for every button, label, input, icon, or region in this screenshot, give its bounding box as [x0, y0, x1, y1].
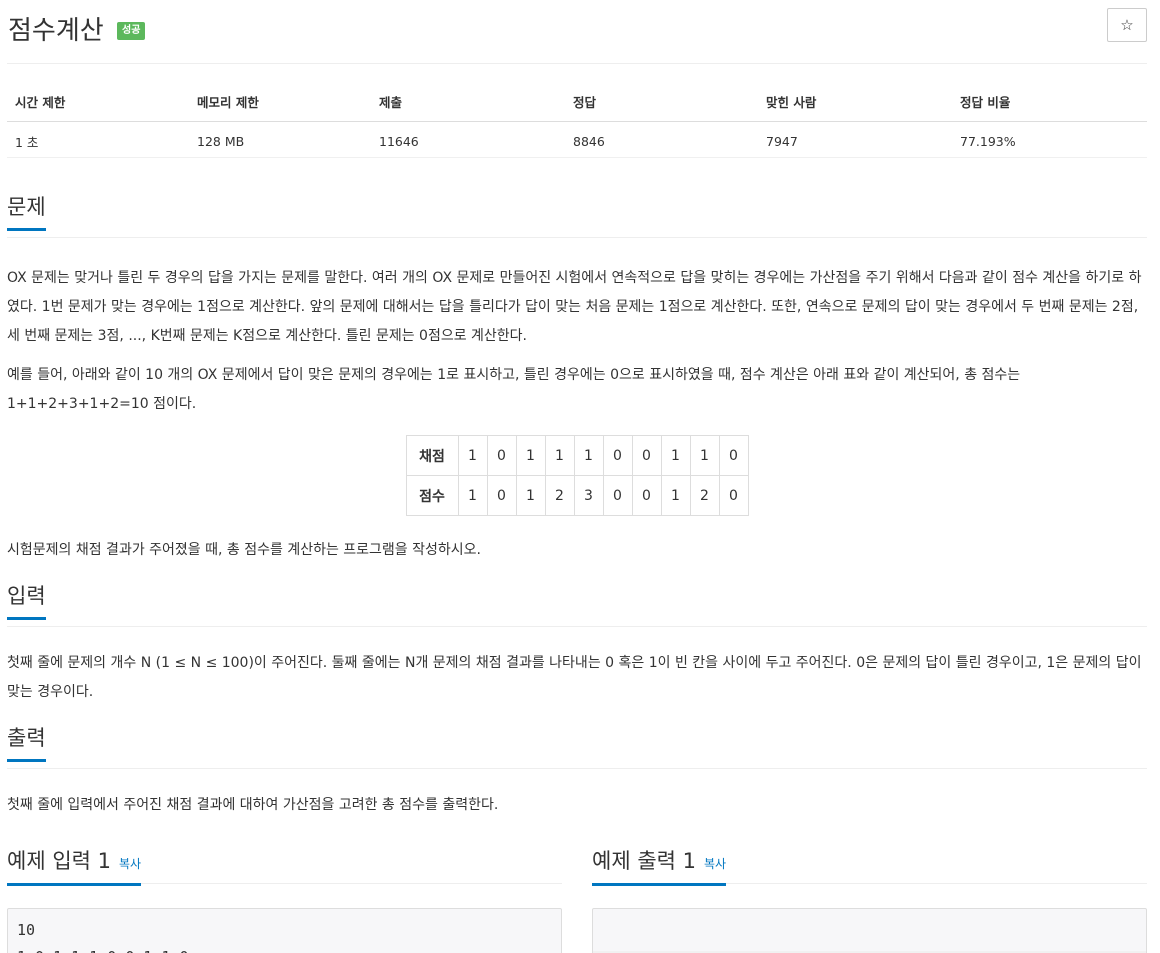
problem-info-table: 시간 제한 메모리 제한 제출 정답 맞힌 사람 정답 비율 1 초 128 M… [7, 86, 1147, 158]
grading-cell: 1 [660, 435, 691, 476]
sample-io: 예제 입력 1 복사 10 1 0 1 1 1 0 0 1 1 0 예제 출력 1… [7, 848, 1147, 953]
score-cell: 0 [602, 475, 633, 516]
sample-output-header: 예제 출력 1 복사 [592, 848, 1147, 886]
score-cell: 1 [515, 475, 546, 516]
score-example-table: 채점 1 0 1 1 1 0 0 1 1 0 점수 1 0 1 2 3 0 0 … [405, 435, 749, 516]
copy-output-link[interactable]: 복사 [704, 857, 726, 871]
info-row: 1 초 128 MB 11646 8846 7947 77.193% [7, 121, 1147, 158]
score-cell: 3 [573, 475, 604, 516]
output-section-title: 출력 [7, 725, 46, 762]
grading-cell: 0 [602, 435, 633, 476]
value-memory-limit: 128 MB [189, 121, 371, 158]
header-accepted: 정답 [565, 86, 758, 122]
copy-input-link[interactable]: 복사 [119, 857, 141, 871]
output-section-header: 출력 [7, 723, 1147, 769]
output-description: 첫째 줄에 입력에서 주어진 채점 결과에 대하여 가산점을 고려한 총 점수를… [7, 797, 499, 813]
grading-cell: 0 [631, 435, 662, 476]
header-memory-limit: 메모리 제한 [189, 86, 371, 122]
sample-input-block: 예제 입력 1 복사 10 1 0 1 1 1 0 0 1 1 0 [7, 848, 562, 953]
header-time-limit: 시간 제한 [7, 86, 189, 122]
value-solved-users: 7947 [758, 121, 952, 158]
grading-cell: 1 [457, 435, 488, 476]
status-badge: 성공 [117, 22, 146, 40]
grading-cell: 1 [515, 435, 546, 476]
score-row: 점수 1 0 1 2 3 0 0 1 2 0 [405, 475, 749, 516]
header-ratio: 정답 비율 [952, 86, 1147, 122]
sample-output-code[interactable]: 10 ◀ ▶ [592, 908, 1147, 953]
star-button[interactable]: ☆ [1107, 8, 1147, 42]
value-accepted: 8846 [565, 121, 758, 158]
sample-input-title: 예제 입력 1 복사 [7, 848, 142, 886]
star-icon: ☆ [1120, 16, 1134, 34]
score-cell: 2 [689, 475, 720, 516]
score-row-label: 점수 [405, 475, 459, 516]
score-cell: 2 [544, 475, 575, 516]
sample-input-label: 예제 입력 1 [7, 849, 111, 873]
problem-section-header: 문제 [7, 192, 1147, 238]
problem-title: 점수계산 [8, 16, 104, 46]
grading-cell: 0 [486, 435, 517, 476]
scroll-left-icon[interactable]: ◀ [597, 946, 602, 953]
problem-paragraph-2: 예를 들어, 아래와 같이 10 개의 OX 문제에서 답이 맞은 문제의 경우… [7, 367, 1021, 412]
grading-cell: 1 [689, 435, 720, 476]
grading-cell: 1 [573, 435, 604, 476]
sample-output-label: 예제 출력 1 [592, 849, 696, 873]
value-submissions: 11646 [371, 121, 565, 158]
input-section-title: 입력 [7, 583, 46, 620]
title-row: 점수계산 성공 ☆ [7, 0, 1147, 64]
sample-output-block: 예제 출력 1 복사 10 ◀ ▶ [592, 848, 1147, 953]
grading-cell: 1 [544, 435, 575, 476]
input-description: 첫째 줄에 문제의 개수 N (1 ≤ N ≤ 100)이 주어진다. 둘째 줄… [7, 655, 1142, 700]
problem-paragraph-3: 시험문제의 채점 결과가 주어졌을 때, 총 점수를 계산하는 프로그램을 작성… [7, 542, 481, 558]
score-cell: 1 [457, 475, 488, 516]
score-cell: 0 [631, 475, 662, 516]
value-time-limit: 1 초 [7, 121, 189, 158]
problem-section-title: 문제 [7, 194, 46, 231]
sample-output-title: 예제 출력 1 복사 [592, 848, 727, 886]
value-ratio: 77.193% [952, 121, 1147, 158]
score-cell: 0 [718, 475, 749, 516]
scroll-right-icon[interactable]: ▶ [1137, 946, 1142, 953]
problem-page: 점수계산 성공 ☆ 시간 제한 메모리 제한 제출 정답 맞힌 사람 정답 비율… [0, 0, 1160, 953]
problem-description: OX 문제는 맞거나 틀린 두 경우의 답을 가지는 문제를 말한다. 여러 개… [7, 264, 1147, 419]
header-submissions: 제출 [371, 86, 565, 122]
sample-input-header: 예제 입력 1 복사 [7, 848, 562, 886]
grading-cell: 0 [718, 435, 749, 476]
score-cell: 0 [486, 475, 517, 516]
grading-row: 채점 1 0 1 1 1 0 0 1 1 0 [405, 435, 749, 476]
grading-row-label: 채점 [405, 435, 459, 476]
score-cell: 1 [660, 475, 691, 516]
problem-paragraph-1: OX 문제는 맞거나 틀린 두 경우의 답을 가지는 문제를 말한다. 여러 개… [7, 270, 1142, 344]
input-section-header: 입력 [7, 581, 1147, 627]
header-solved-users: 맞힌 사람 [758, 86, 952, 122]
sample-input-code[interactable]: 10 1 0 1 1 1 0 0 1 1 0 [7, 908, 562, 953]
